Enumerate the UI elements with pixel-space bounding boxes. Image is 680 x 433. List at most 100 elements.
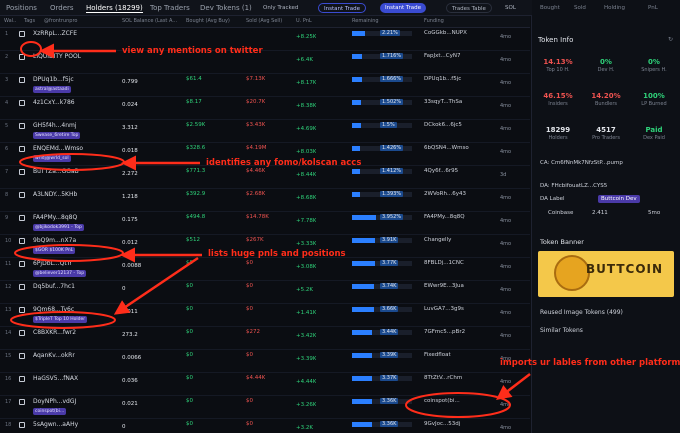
wallet-tag[interactable]: @bjikodok3991 - Top (33, 224, 84, 231)
wallet-icon[interactable] (19, 215, 25, 221)
table-row[interactable]: 17 DoyNPh...vdGJ coinspot(bi... 0.021 $0 $0 +3… (0, 396, 530, 419)
wallet-address[interactable]: A3LNDY...5KHb (33, 191, 77, 198)
table-row[interactable]: 15 AqanKv...okRr 0.0066 $0 $0 +3.39K 3.39K Fixe… (0, 350, 530, 373)
col-bought[interactable]: Bought (Avg Buy) (186, 18, 230, 24)
funding-source[interactable]: coinspot(bi... (424, 398, 494, 404)
similar-tokens[interactable]: Similar Tokens (540, 327, 583, 334)
wallet-icon[interactable] (19, 284, 25, 290)
tab-top-traders[interactable]: Top Traders (150, 3, 190, 13)
tab-orders[interactable]: Orders (50, 3, 74, 13)
table-row[interactable]: 7 BuTTZa...GGaB 2.272 $771.3 $4.46K +8.44K 1.4… (0, 166, 530, 189)
wallet-icon[interactable] (19, 330, 25, 336)
funding-source[interactable]: 7GFmc5...pBr2 (424, 329, 494, 335)
wallet-icon[interactable] (19, 31, 25, 37)
wallet-icon[interactable] (19, 261, 25, 267)
wallet-address[interactable]: AqanKv...okRr (33, 352, 75, 359)
wallet-icon[interactable] (19, 399, 25, 405)
table-row[interactable]: 9 FA4PMy...8q8Q @bjikodok3991 - Top 0.175 $4… (0, 212, 530, 235)
wallet-icon[interactable] (19, 146, 25, 152)
funding-source[interactable]: Fixedfloat (424, 352, 494, 358)
wallet-address[interactable]: 5sAgwn...aAHy (33, 421, 78, 428)
contract-address[interactable]: CA: Cm6fNnMk7NfzStP...pump (540, 160, 623, 166)
instant-trade-button[interactable]: Instant Trade (318, 3, 366, 13)
table-row[interactable]: 16 HaGSV5...fNAX 0.036 $0 $4.44K +4.44K 3.37K 8… (0, 373, 530, 396)
col-sold[interactable]: Sold (Avg Sell) (246, 18, 282, 24)
funding-source[interactable]: 33sqyT...ThSa (424, 99, 494, 105)
wallet-address[interactable]: DoyNPh...vdGJ (33, 398, 76, 405)
wallet-address[interactable]: GH5f4h...4nmj (33, 122, 77, 129)
table-row[interactable]: 8 A3LNDY...5KHb 1.218 $392.9 $2.68K +8.68K 1.3… (0, 189, 530, 212)
table-row[interactable]: 18 5sAgwn...aAHy 0 $0 $0 +3.2K 3.36K 9GvJoc...5… (0, 419, 530, 433)
wallet-address[interactable]: BuTTZa...GGaB (33, 168, 79, 175)
col-upnl[interactable]: U. PnL (296, 18, 312, 24)
table-row[interactable]: 5 GH5f4h...4nmj Swease_6retire Top 3.312 $2.… (0, 120, 530, 143)
wallet-address[interactable]: FA4PMy...8q8Q (33, 214, 77, 221)
wallet-tag[interactable]: Swease_6retire Top (33, 132, 81, 139)
wallet-tag[interactable]: astral@astaadi (33, 86, 71, 93)
funding-source[interactable]: CoGGkb...NUPX (424, 30, 494, 36)
wallet-address[interactable]: 9bQ9m...nX7a (33, 237, 76, 244)
tab-dev-tokens[interactable]: Dev Tokens (1) (200, 3, 252, 13)
wallet-address[interactable]: 9Qm68...Ty6c (33, 306, 74, 313)
instant-trade-active-button[interactable]: Instant Trade (380, 3, 426, 13)
col-remaining[interactable]: Remaining (352, 18, 379, 24)
refresh-icon[interactable]: ↻ (668, 36, 673, 43)
wallet-icon[interactable] (19, 77, 25, 83)
table-row[interactable]: 11 6PjDbL...QtTr @believer12137 - Top 0.008… (0, 258, 530, 281)
table-row[interactable]: 3 DPUq1b...f5jc astral@astaadi 0.799 $61.4 $7… (0, 74, 530, 97)
wallet-icon[interactable] (19, 54, 25, 60)
col-twitter[interactable]: @frontrunpro (44, 18, 77, 24)
token-banner[interactable]: BUTTCOIN (538, 251, 674, 297)
funding-source[interactable]: 9GvJoc...53dj (424, 421, 494, 427)
table-row[interactable]: 12 Dq5buf...7hc1 0 $0 $0 +5.2K 3.74K EWwr9E...3… (0, 281, 530, 304)
funding-source[interactable]: 6bQSN4...Wmso (424, 145, 494, 151)
wallet-icon[interactable] (19, 169, 25, 175)
wallet-address[interactable]: LIQUIDITY POOL (33, 53, 81, 60)
wallet-address[interactable]: 4z1CxY...k786 (33, 99, 75, 106)
sol-toggle[interactable]: SOL (500, 3, 521, 13)
wallet-icon[interactable] (19, 307, 25, 313)
wallet-address[interactable]: Dq5buf...7hc1 (33, 283, 75, 290)
funding-source[interactable]: FapJxt...CyN7 (424, 53, 494, 59)
funding-source[interactable]: DCkok6...6jc5 (424, 122, 494, 128)
table-row[interactable]: 1 XzRRpL...ZCFE +8.25K 2.21% CoGGkb...NUPX 4m… (0, 28, 530, 51)
funding-source[interactable]: FA4PMy...8q8Q (424, 214, 494, 220)
funding-source[interactable]: 4Qy6f...6r95 (424, 168, 494, 174)
wallet-icon[interactable] (19, 123, 25, 129)
wallet-icon[interactable] (19, 376, 25, 382)
funding-source[interactable]: LuvGA7...3g9s (424, 306, 494, 312)
col-tags[interactable]: Tags (24, 18, 35, 24)
table-row[interactable]: 2 LIQUIDITY POOL +6.4K 1.716% FapJxt...CyN7 4… (0, 51, 530, 74)
col-funding[interactable]: Funding (424, 18, 444, 24)
wallet-icon[interactable] (19, 192, 25, 198)
wallet-address[interactable]: 6PjDbL...QtTr (33, 260, 72, 267)
table-row[interactable]: 4 4z1CxY...k786 0.024 $8.17 $20.7K +8.38K 1.50… (0, 97, 530, 120)
wallet-tag[interactable]: @believer12137 - Top (33, 270, 87, 277)
dev-badge[interactable]: Buttcoin Dev (598, 195, 640, 203)
wallet-tag[interactable]: coinspot(bi... (33, 408, 67, 415)
token-info-title[interactable]: Token Info (538, 36, 573, 44)
reused-image-tokens[interactable]: Reused Image Tokens (499) (540, 309, 623, 316)
only-tracked-toggle[interactable]: Only Tracked (258, 3, 303, 13)
funding-source[interactable]: 8TtZtV...rChm (424, 375, 494, 381)
col-sol-balance[interactable]: SOL Balance (Last A... (122, 18, 177, 24)
tab-holders[interactable]: Holders (18299) (86, 3, 143, 13)
funding-source[interactable]: Changelly (424, 237, 494, 243)
wallet-address[interactable]: HaGSV5...fNAX (33, 375, 78, 382)
wallet-tag[interactable]: $TripleT Top 10 Holder (33, 316, 88, 323)
wallet-icon[interactable] (19, 422, 25, 428)
wallet-icon[interactable] (19, 353, 25, 359)
funding-source[interactable]: 2WVoRh...6y43 (424, 191, 494, 197)
funding-source[interactable]: 8FBLDj...1CNC (424, 260, 494, 266)
funding-source[interactable]: EWwr9E...3Jua (424, 283, 494, 289)
trades-table-button[interactable]: Trades Table (446, 3, 492, 13)
wallet-icon[interactable] (19, 100, 25, 106)
wallet-address[interactable]: DPUq1b...f5jc (33, 76, 74, 83)
tab-positions[interactable]: Positions (6, 3, 37, 13)
wallet-address[interactable]: XzRRpL...ZCFE (33, 30, 77, 37)
table-row[interactable]: 13 9Qm68...Ty6c $TripleT Top 10 Holder 0.01… (0, 304, 530, 327)
funding-source[interactable]: DPUq1b...f5jc (424, 76, 494, 82)
wallet-icon[interactable] (19, 238, 25, 244)
dev-address[interactable]: DA: FHcbifouatLZ...CYS5 (540, 183, 607, 189)
wallet-tag[interactable]: wridj@wrld_sol (33, 155, 71, 162)
